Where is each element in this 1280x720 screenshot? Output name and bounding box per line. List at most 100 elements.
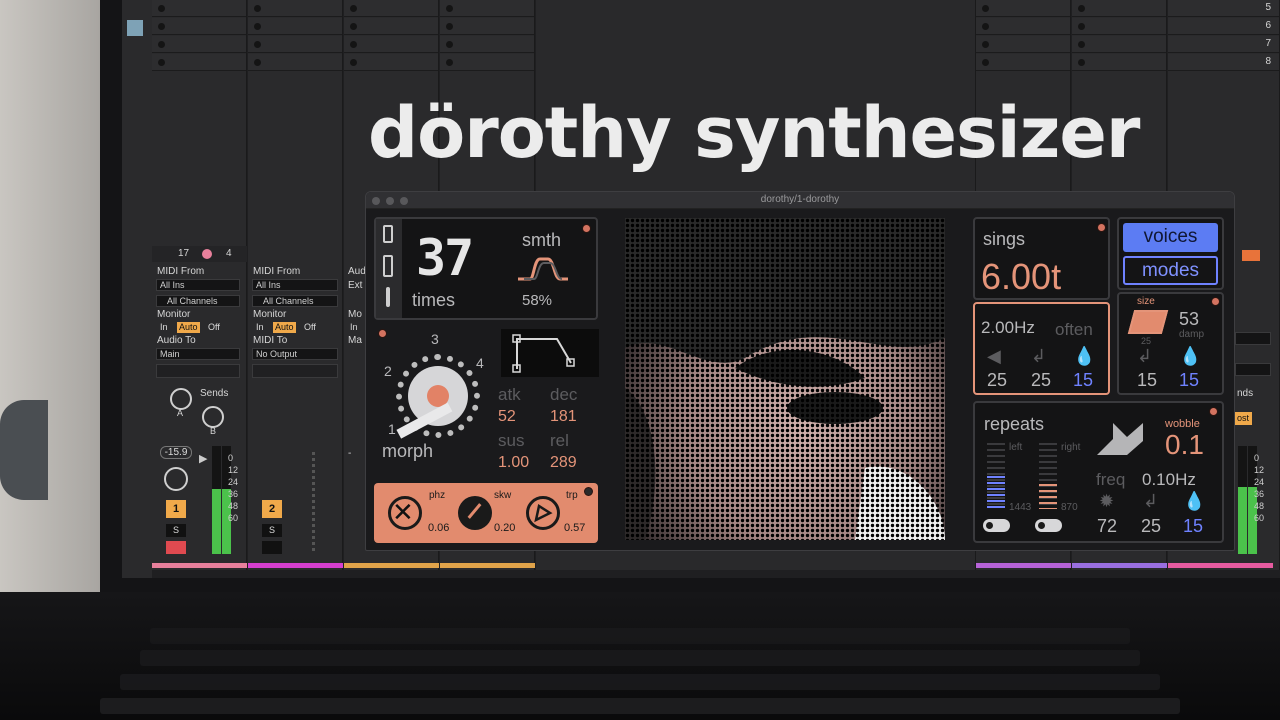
panel-indicator[interactable] (1097, 223, 1106, 232)
scene-row[interactable]: 8 (1168, 54, 1279, 71)
trapezoid-value[interactable]: 0.57 (564, 523, 585, 534)
scene-row[interactable]: 5 (1168, 0, 1279, 17)
midi-from-select[interactable]: All Ins (252, 279, 338, 291)
skew-value[interactable]: 0.20 (494, 523, 515, 534)
channel-select[interactable]: All Channels (252, 295, 338, 307)
clip-slot[interactable] (344, 36, 438, 53)
select-box[interactable] (1235, 332, 1271, 345)
monitor-off-toggle[interactable]: Off (206, 322, 222, 333)
master-button[interactable] (1242, 250, 1260, 261)
mode-bar-icon[interactable] (386, 287, 390, 307)
arm-button[interactable] (166, 541, 186, 554)
decay-value[interactable]: 181 (550, 409, 577, 425)
left-delay-slider[interactable] (987, 443, 1005, 509)
solo-button[interactable]: S (166, 524, 186, 537)
track-activator-1[interactable]: 1 (166, 500, 186, 518)
clip-slot[interactable] (152, 54, 246, 71)
audio-to-select[interactable]: Main (156, 348, 240, 360)
record-arm-icon[interactable] (202, 249, 212, 259)
solo-button[interactable]: S (262, 524, 282, 537)
modes-button[interactable]: modes (1123, 256, 1218, 285)
clip-slot[interactable] (248, 36, 342, 53)
right-toggle-switch[interactable] (1035, 519, 1062, 532)
clip-slot[interactable] (344, 18, 438, 35)
repeats-value-2[interactable]: 25 (1141, 517, 1161, 535)
repeats-value-3[interactable]: 15 (1183, 517, 1203, 535)
often-value-2[interactable]: 25 (1031, 371, 1051, 389)
monitor-auto-toggle[interactable]: Auto (273, 322, 296, 333)
monitor-in-toggle[interactable]: In (254, 322, 266, 333)
right-delay-slider[interactable] (1039, 443, 1057, 509)
clip-slot[interactable] (440, 0, 534, 17)
mode-slot-icon[interactable] (383, 225, 393, 243)
phase-value[interactable]: 0.06 (428, 523, 449, 534)
clip-slot[interactable] (152, 18, 246, 35)
send-a-knob[interactable] (170, 388, 192, 410)
wobble-value[interactable]: 0.1 (1165, 431, 1204, 459)
clip-slot[interactable] (976, 0, 1070, 17)
volume-readout[interactable]: - (348, 448, 351, 459)
panel-indicator[interactable] (584, 487, 593, 496)
freq-value[interactable]: 0.10Hz (1142, 471, 1196, 488)
midi-from-select[interactable]: All Ins (156, 279, 240, 291)
tag-button[interactable]: ost (1234, 412, 1253, 425)
wobble-shape-icon[interactable] (1093, 417, 1159, 461)
clip-slot[interactable] (440, 54, 534, 71)
repeats-value-1[interactable]: 72 (1097, 517, 1117, 535)
scene-row[interactable]: 7 (1168, 36, 1279, 53)
room-box-icon[interactable] (1127, 310, 1169, 334)
audio-from-select[interactable]: Ext (348, 280, 362, 291)
smooth-curve-icon[interactable] (516, 255, 570, 285)
clip-slot[interactable] (152, 36, 246, 53)
arm-button[interactable] (262, 541, 282, 554)
clip-slot[interactable] (248, 54, 342, 71)
right-value[interactable]: 870 (1061, 503, 1078, 513)
clip-slot[interactable] (248, 0, 342, 17)
size-value-1[interactable]: 15 (1137, 371, 1157, 389)
release-value[interactable]: 289 (550, 455, 577, 471)
send-b-knob[interactable] (202, 406, 224, 428)
pan-knob[interactable] (164, 467, 188, 491)
clip-slot[interactable] (1072, 54, 1166, 71)
skew-knob[interactable] (458, 496, 492, 530)
smooth-value[interactable]: 58% (522, 293, 552, 308)
clip-slot[interactable] (1072, 0, 1166, 17)
clip-slot[interactable] (344, 0, 438, 17)
clip-slot[interactable] (248, 18, 342, 35)
clip-slot[interactable] (152, 0, 246, 17)
clip-slot[interactable] (1072, 18, 1166, 35)
scene-row[interactable]: 6 (1168, 18, 1279, 35)
window-titlebar[interactable]: dorothy/1-dorothy (366, 192, 1234, 209)
monitor-off-toggle[interactable]: Off (302, 322, 318, 333)
often-value-3[interactable]: 15 (1073, 371, 1093, 389)
volume-readout[interactable]: -15.9 (160, 446, 192, 459)
sings-value[interactable]: 6.00t (981, 259, 1061, 295)
clip-slot[interactable] (440, 36, 534, 53)
times-display[interactable]: 37 (416, 233, 474, 283)
size-value[interactable]: 25 (1141, 337, 1151, 346)
clip-slot[interactable] (344, 54, 438, 71)
monitor-in-toggle[interactable]: In (350, 322, 358, 332)
mode-dots-icon[interactable] (383, 255, 393, 277)
clip-slot[interactable] (1072, 36, 1166, 53)
often-rate[interactable]: 2.00Hz (981, 319, 1035, 336)
monitor-auto-toggle[interactable]: Auto (177, 322, 200, 333)
attack-value[interactable]: 52 (498, 409, 516, 425)
left-toggle-switch[interactable] (983, 519, 1010, 532)
select-box[interactable] (1235, 363, 1271, 376)
panel-indicator[interactable] (1209, 407, 1218, 416)
sustain-value[interactable]: 1.00 (498, 455, 529, 471)
envelope-display[interactable] (501, 329, 599, 377)
size-value-2[interactable]: 15 (1179, 371, 1199, 389)
often-value-1[interactable]: 25 (987, 371, 1007, 389)
panel-indicator[interactable] (1211, 297, 1220, 306)
panel-indicator[interactable] (582, 224, 591, 233)
panel-indicator[interactable] (378, 329, 387, 338)
midi-to-select[interactable]: No Output (252, 348, 338, 360)
clip-slot[interactable] (976, 18, 1070, 35)
monitor-in-toggle[interactable]: In (158, 322, 170, 333)
clip-slot[interactable] (976, 36, 1070, 53)
clip-slot[interactable] (976, 54, 1070, 71)
track-activator-2[interactable]: 2 (262, 500, 282, 518)
damp-value[interactable]: 53 (1179, 310, 1199, 328)
